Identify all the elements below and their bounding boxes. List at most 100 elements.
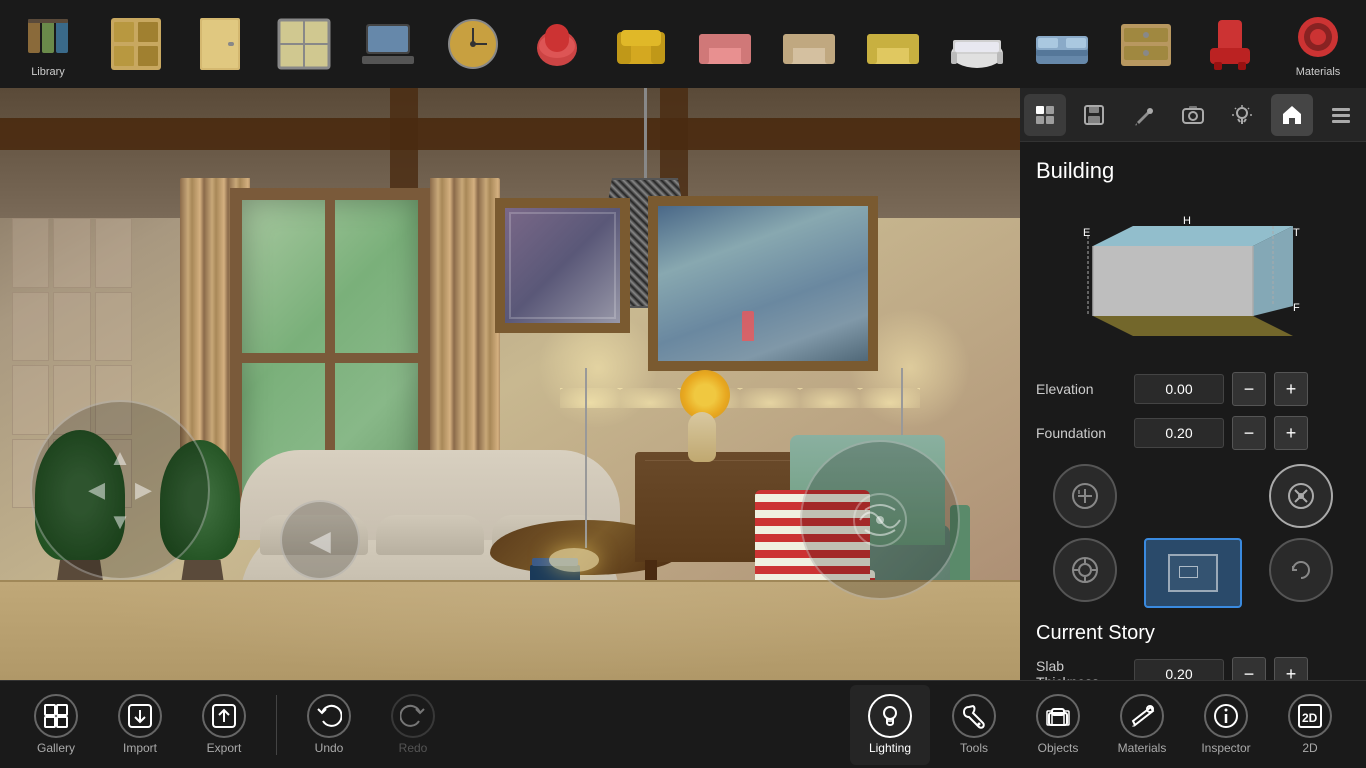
objects-icon (1036, 694, 1080, 738)
floor-plan-selected[interactable] (1144, 538, 1242, 608)
main-viewport[interactable]: ▲ ◀ ▶ ▼ ◀ (0, 88, 1020, 680)
undo-label: Undo (315, 741, 344, 755)
foundation-input[interactable] (1134, 418, 1224, 448)
materials-button-top[interactable]: Materials (1278, 4, 1358, 84)
furniture-yellow-sofa[interactable] (853, 4, 933, 84)
tools-button[interactable]: Tools (934, 685, 1014, 765)
right-panel-content[interactable]: Building T F E H (1020, 142, 1366, 680)
objects-button[interactable]: Objects (1018, 685, 1098, 765)
furniture-dresser[interactable] (1106, 4, 1186, 84)
rp-light-button[interactable] (1221, 94, 1263, 136)
rp-paint-button[interactable] (1123, 94, 1165, 136)
nav-arrow-right: ▶ (135, 477, 152, 503)
bottom-toolbar: Gallery Import Export Undo (0, 680, 1366, 768)
nav-arrow-up: ▲ (109, 445, 131, 471)
rp-home-button[interactable] (1271, 94, 1313, 136)
rp-save-button[interactable] (1073, 94, 1115, 136)
furniture-door[interactable] (180, 4, 260, 84)
building-title: Building (1036, 158, 1350, 184)
inspector-button[interactable]: Inspector (1186, 685, 1266, 765)
rp-list-button[interactable] (1320, 94, 1362, 136)
furniture-red-chair-2[interactable] (1190, 4, 1270, 84)
slab-increment[interactable]: + (1274, 657, 1308, 680)
furniture-clock[interactable] (433, 4, 513, 84)
top-toolbar: Library (0, 0, 1366, 88)
room-scene: ▲ ◀ ▶ ▼ ◀ (0, 88, 1020, 680)
furniture-bed[interactable] (1022, 4, 1102, 84)
tools-label: Tools (960, 741, 988, 755)
chain-left (585, 368, 587, 548)
artwork-figure (742, 311, 754, 341)
transform-button[interactable] (1269, 464, 1333, 528)
bottom-tool-group-right: Lighting Tools Objects Materials (850, 685, 1350, 765)
furniture-yellow-armchair[interactable] (601, 4, 681, 84)
furniture-strip (94, 0, 1272, 88)
slab-thickness-row: Slab Thickness − + (1036, 657, 1350, 680)
elevation-input[interactable] (1134, 374, 1224, 404)
scallop-lights (560, 388, 920, 408)
nav-arrow-left: ◀ (88, 477, 105, 503)
furniture-bathtub[interactable] (937, 4, 1017, 84)
objects-label: Objects (1038, 741, 1079, 755)
furniture-window[interactable] (264, 4, 344, 84)
foundation-increment[interactable]: + (1274, 416, 1308, 450)
add-3d-button[interactable] (1053, 464, 1117, 528)
cushion-2 (376, 515, 484, 555)
building-preview: T F E H (1036, 196, 1350, 356)
furniture-pink-sofa[interactable] (685, 4, 765, 84)
svg-text:2D: 2D (1302, 711, 1318, 725)
bottom-tool-group-left: Gallery Import Export Undo (16, 685, 453, 765)
lighting-button[interactable]: Lighting (850, 685, 930, 765)
rp-camera-button[interactable] (1172, 94, 1214, 136)
library-button[interactable]: Library (8, 4, 88, 84)
materials-label: Materials (1118, 741, 1167, 755)
2d-button[interactable]: 2D 2D (1270, 685, 1350, 765)
svg-text:T: T (1293, 227, 1300, 239)
artwork-2 (648, 196, 878, 371)
nav-button-center[interactable]: ◀ (280, 500, 360, 580)
materials-label-top: Materials (1296, 66, 1341, 78)
undo-button[interactable]: Undo (289, 685, 369, 765)
building-3d-preview: T F E H (1073, 196, 1313, 356)
gallery-icon (34, 694, 78, 738)
furniture-laptop[interactable] (348, 4, 428, 84)
library-label: Library (31, 66, 65, 78)
slab-decrement[interactable]: − (1232, 657, 1266, 680)
rp-select-button[interactable] (1024, 94, 1066, 136)
foundation-label: Foundation (1036, 425, 1126, 441)
elevation-decrement[interactable]: − (1232, 372, 1266, 406)
lighting-icon (868, 694, 912, 738)
tools-icon (952, 694, 996, 738)
gallery-button[interactable]: Gallery (16, 685, 96, 765)
gallery-label: Gallery (37, 741, 75, 755)
redo-button[interactable]: Redo (373, 685, 453, 765)
nav-orbit-control[interactable] (800, 440, 960, 600)
materials-button[interactable]: Materials (1102, 685, 1182, 765)
furniture-red-chair[interactable] (517, 4, 597, 84)
floor-lamp-left (573, 368, 599, 572)
svg-text:E: E (1083, 227, 1090, 239)
library-icon (21, 10, 75, 64)
undo-icon (307, 694, 351, 738)
nav-arrows-lr: ◀ ▶ (88, 477, 152, 503)
svg-text:F: F (1293, 302, 1300, 314)
elevation-increment[interactable]: + (1274, 372, 1308, 406)
furniture-beige-sofa[interactable] (769, 4, 849, 84)
ceiling-beam-horizontal (0, 118, 1020, 150)
right-panel: Building T F E H (1020, 88, 1366, 680)
rug (80, 582, 980, 680)
select-obj-button[interactable] (1053, 538, 1117, 602)
2d-icon: 2D (1288, 694, 1332, 738)
import-label: Import (123, 741, 157, 755)
export-icon (202, 694, 246, 738)
divider-1 (276, 695, 277, 755)
import-icon (118, 694, 162, 738)
rotate-button[interactable] (1269, 538, 1333, 602)
export-button[interactable]: Export (184, 685, 264, 765)
slab-thickness-input[interactable] (1134, 659, 1224, 680)
furniture-bookcase[interactable] (96, 4, 176, 84)
import-button[interactable]: Import (100, 685, 180, 765)
nav-joystick-left[interactable]: ▲ ◀ ▶ ▼ (30, 400, 210, 580)
foundation-decrement[interactable]: − (1232, 416, 1266, 450)
nav-center-icon: ◀ (309, 524, 331, 557)
